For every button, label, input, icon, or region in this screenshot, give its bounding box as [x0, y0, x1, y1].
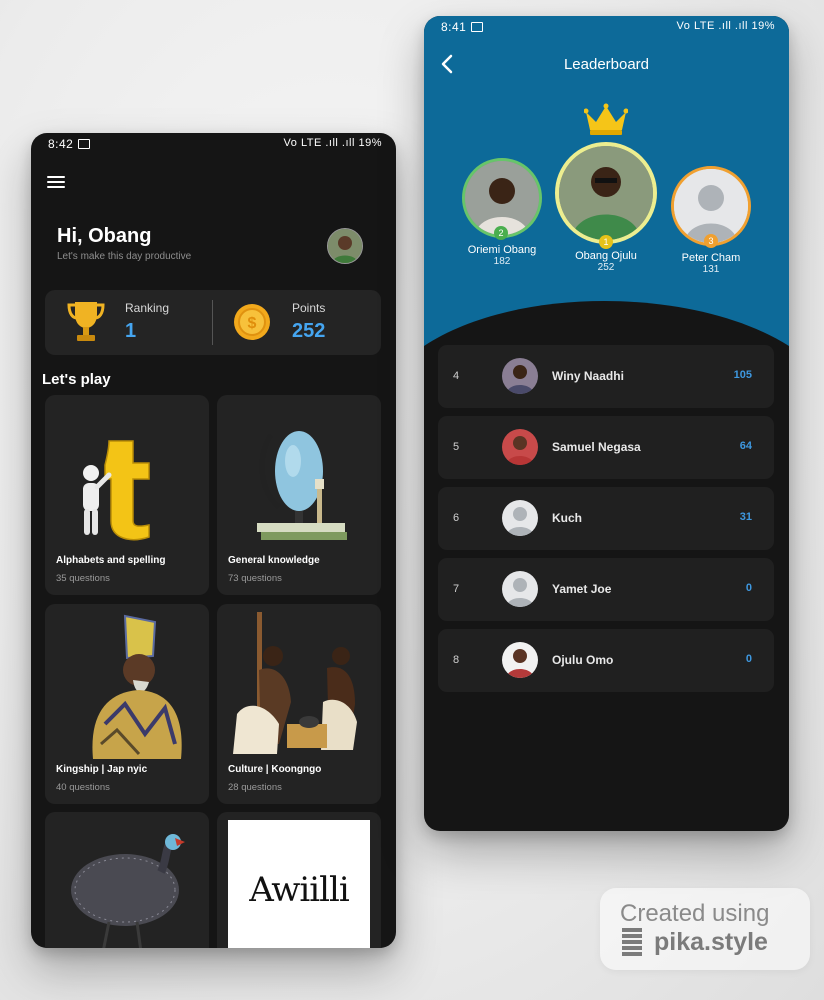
- podium-name: Peter Cham: [681, 252, 741, 264]
- rank-badge: 1: [599, 235, 613, 249]
- row-points: 31: [739, 511, 752, 523]
- category-card-awiilli[interactable]: Awiilli: [217, 812, 381, 948]
- page-title: Leaderboard: [563, 56, 650, 73]
- category-name: Culture | Koongngo: [228, 764, 322, 775]
- culture-scene-illustration: [233, 612, 357, 754]
- status-bar: 8:42 Vo LTE .ıll .ıll 19%: [31, 133, 396, 155]
- coin-icon: $: [234, 304, 270, 340]
- guinea-fowl-illustration: [71, 834, 185, 948]
- row-points: 64: [739, 440, 752, 452]
- stats-divider: [212, 300, 213, 345]
- leaderboard-screen: 8:41 Vo LTE .ıll .ıll 19% Leaderboard 2 …: [424, 16, 789, 831]
- ranking-value: 1: [125, 320, 137, 342]
- credit-text: Created using: [620, 900, 770, 927]
- row-rank: 6: [453, 512, 460, 524]
- leaderboard-row[interactable]: 4 Winy Naadhi 105: [438, 345, 774, 408]
- leaderboard-row[interactable]: 5 Samuel Negasa 64: [438, 416, 774, 479]
- podium-points: 131: [702, 264, 720, 275]
- row-name: Winy Naadhi: [552, 369, 624, 383]
- row-points: 0: [745, 653, 752, 665]
- gallery-notification-icon: [471, 22, 483, 32]
- status-time: 8:41: [441, 20, 467, 34]
- home-screen: 8:42 Vo LTE .ıll .ıll 19% Hi, Obang Let'…: [31, 133, 396, 948]
- podium-name: Obang Ojulu: [575, 250, 637, 262]
- row-name: Ojulu Omo: [552, 653, 614, 667]
- profile-avatar[interactable]: [327, 228, 363, 264]
- podium-points: 182: [493, 256, 511, 267]
- credit-brand: pika.style: [654, 928, 768, 956]
- row-points: 105: [733, 369, 752, 381]
- trophy-icon: [67, 302, 105, 341]
- podium-rank-3[interactable]: 3 Peter Cham 131: [669, 166, 753, 275]
- points-label: Points: [292, 301, 326, 315]
- row-rank: 4: [453, 370, 460, 382]
- podium-name: Oriemi Obang: [467, 244, 537, 256]
- row-rank: 5: [453, 441, 460, 453]
- pika-logo-icon: [622, 928, 642, 956]
- leaderboard-row[interactable]: 8 Ojulu Omo 0: [438, 629, 774, 692]
- category-card-culture[interactable]: Culture | Koongngo 28 questions: [217, 604, 381, 804]
- category-card-guinea-fowl[interactable]: [45, 812, 209, 948]
- category-name: General knowledge: [228, 555, 320, 566]
- podium-rank-1[interactable]: 1 Obang Ojulu 252: [555, 142, 657, 273]
- greeting-title: Hi, Obang: [57, 225, 152, 247]
- row-avatar-placeholder: [502, 571, 538, 607]
- system-status-icons: Vo LTE .ıll .ıll 19%: [676, 20, 775, 32]
- gallery-notification-icon: [78, 139, 90, 149]
- podium-rank-2[interactable]: 2 Oriemi Obang 182: [462, 158, 542, 267]
- category-count: 73 questions: [228, 573, 282, 584]
- globe-books-illustration: [257, 431, 347, 540]
- row-avatar-placeholder: [502, 500, 538, 536]
- row-points: 0: [745, 582, 752, 594]
- row-avatar: [502, 429, 538, 465]
- rank-badge: 2: [494, 226, 508, 240]
- category-count: 28 questions: [228, 782, 282, 793]
- status-time: 8:42: [48, 137, 74, 151]
- leaderboard-row[interactable]: 7 Yamet Joe 0: [438, 558, 774, 621]
- category-card-general-knowledge[interactable]: General knowledge 73 questions: [217, 395, 381, 595]
- stats-panel: Ranking 1 $ Points 252: [45, 290, 381, 355]
- hamburger-menu-icon[interactable]: [47, 176, 65, 190]
- king-portrait-illustration: [92, 614, 182, 759]
- ranking-label: Ranking: [125, 301, 170, 315]
- row-name: Kuch: [552, 511, 582, 525]
- row-avatar: [502, 358, 538, 394]
- row-name: Samuel Negasa: [552, 440, 641, 454]
- system-status-icons: Vo LTE .ıll .ıll 19%: [283, 137, 382, 149]
- alphabet-letter-illustration: [83, 440, 150, 541]
- greeting-subtitle: Let's make this day productive: [57, 251, 192, 262]
- leaderboard-row[interactable]: 6 Kuch 31: [438, 487, 774, 550]
- rank-badge: 3: [704, 234, 718, 248]
- awiilli-image-text: Awiilli: [228, 820, 370, 948]
- category-count: 35 questions: [56, 573, 110, 584]
- crown-icon: [584, 103, 628, 135]
- created-using-badge: Created using pika.style: [600, 888, 810, 970]
- podium-points: 252: [597, 262, 615, 273]
- category-name: Kingship | Jap nyic: [56, 764, 148, 775]
- category-card-kingship[interactable]: Kingship | Jap nyic 40 questions: [45, 604, 209, 804]
- status-bar: 8:41 Vo LTE .ıll .ıll 19%: [424, 16, 789, 38]
- category-name: Alphabets and spelling: [56, 555, 166, 566]
- points-value: 252: [292, 320, 326, 342]
- podium-avatar: [555, 142, 657, 244]
- row-rank: 8: [453, 654, 460, 666]
- svg-text:$: $: [248, 315, 257, 332]
- row-rank: 7: [453, 583, 460, 595]
- category-card-alphabets[interactable]: Alphabets and spelling 35 questions: [45, 395, 209, 595]
- section-title: Let's play: [42, 371, 111, 388]
- category-count: 40 questions: [56, 782, 110, 793]
- row-name: Yamet Joe: [552, 582, 612, 596]
- row-avatar: [502, 642, 538, 678]
